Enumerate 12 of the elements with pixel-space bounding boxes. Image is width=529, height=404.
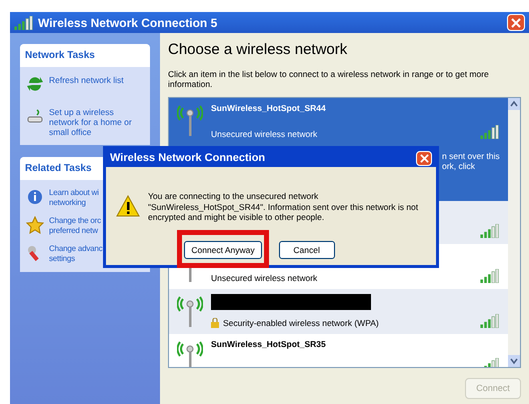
network-status: Unsecured wireless network — [211, 129, 318, 139]
network-status: Security-enabled wireless network (WPA) — [223, 318, 379, 328]
page-heading: Choose a wireless network — [168, 41, 348, 59]
network-name: SunWireless_HotSpot_SR35 — [211, 339, 327, 349]
network-name: SunWireless_HotSpot_SR44 — [211, 103, 327, 113]
network-status: Unsecured wireless network — [211, 273, 318, 283]
dialog-message: You are connecting to the unsecured network "SunWireless_HotSpot_SR44". Information sent over this network is not encrypted and might be visible to other people. — [148, 191, 420, 222]
network-detail-text: n sent over this — [442, 151, 500, 161]
network-detail-text: ork, click — [442, 161, 476, 171]
panel-title: Network Tasks — [20, 44, 150, 67]
window-title: Wireless Network Connection 5 — [38, 14, 218, 32]
intro-text: Click an item in the list below to connect to a wireless network in range or to get more information. — [168, 69, 490, 89]
